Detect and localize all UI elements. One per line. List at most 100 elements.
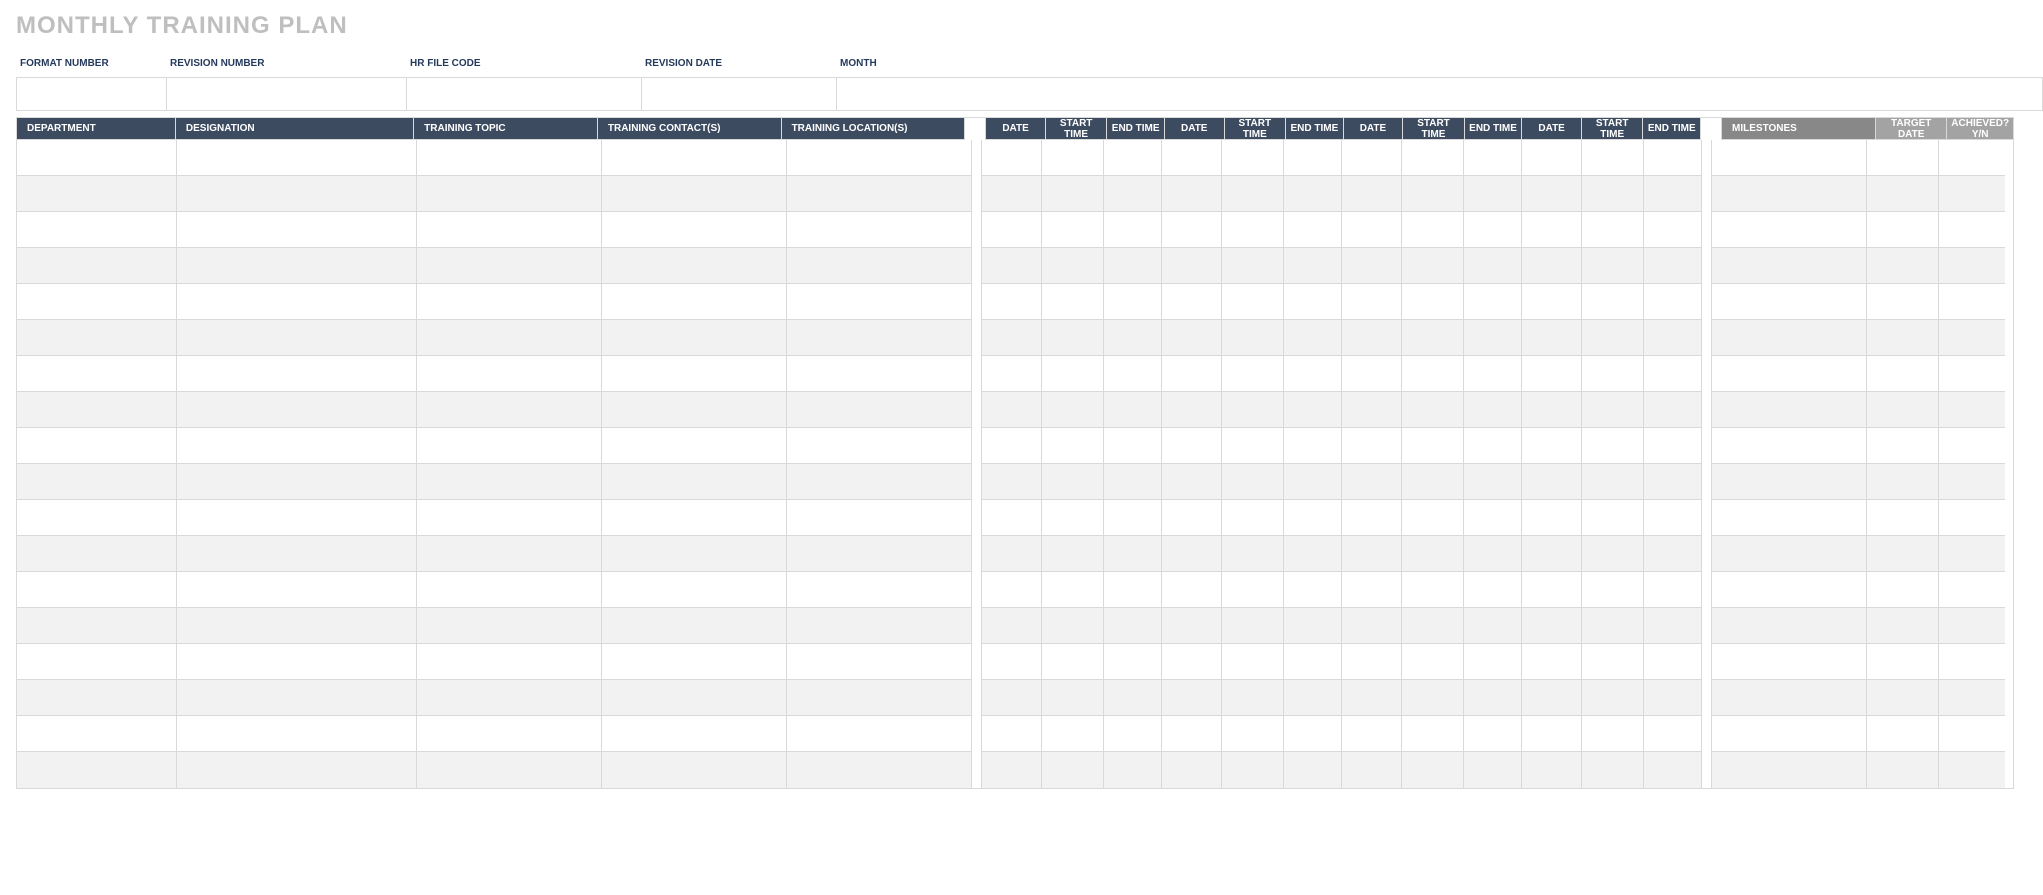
table-cell[interactable]	[1644, 500, 1702, 536]
table-cell[interactable]	[602, 536, 787, 572]
table-cell[interactable]	[177, 212, 417, 248]
table-cell[interactable]	[1939, 248, 2005, 284]
table-cell[interactable]	[1222, 320, 1284, 356]
table-cell[interactable]	[1644, 428, 1702, 464]
table-cell[interactable]	[1867, 536, 1939, 572]
table-cell[interactable]	[177, 572, 417, 608]
table-cell[interactable]	[417, 752, 602, 788]
table-cell[interactable]	[1402, 608, 1464, 644]
table-cell[interactable]	[1342, 608, 1402, 644]
table-cell[interactable]	[1222, 536, 1284, 572]
table-cell[interactable]	[1162, 356, 1222, 392]
table-cell[interactable]	[1162, 752, 1222, 788]
table-cell[interactable]	[1464, 140, 1522, 176]
table-cell[interactable]	[177, 320, 417, 356]
table-cell[interactable]	[1939, 428, 2005, 464]
table-cell[interactable]	[177, 464, 417, 500]
table-cell[interactable]	[1867, 176, 1939, 212]
table-cell[interactable]	[1104, 212, 1162, 248]
table-cell[interactable]	[1342, 140, 1402, 176]
table-cell[interactable]	[1464, 500, 1522, 536]
table-cell[interactable]	[1162, 464, 1222, 500]
table-cell[interactable]	[1162, 248, 1222, 284]
table-cell[interactable]	[1522, 536, 1582, 572]
table-cell[interactable]	[1042, 320, 1104, 356]
table-cell[interactable]	[787, 176, 972, 212]
table-cell[interactable]	[1042, 176, 1104, 212]
input-revision-number[interactable]	[167, 78, 407, 110]
input-revision-date[interactable]	[642, 78, 837, 110]
table-cell[interactable]	[982, 392, 1042, 428]
table-cell[interactable]	[1402, 716, 1464, 752]
table-cell[interactable]	[1522, 464, 1582, 500]
table-cell[interactable]	[602, 356, 787, 392]
table-cell[interactable]	[1522, 572, 1582, 608]
table-cell[interactable]	[1284, 248, 1342, 284]
input-month[interactable]	[837, 78, 972, 110]
table-cell[interactable]	[1644, 176, 1702, 212]
table-cell[interactable]	[1939, 752, 2005, 788]
table-cell[interactable]	[1712, 572, 1867, 608]
table-cell[interactable]	[17, 608, 177, 644]
table-cell[interactable]	[1222, 572, 1284, 608]
table-cell[interactable]	[177, 248, 417, 284]
table-cell[interactable]	[602, 248, 787, 284]
table-cell[interactable]	[1104, 500, 1162, 536]
table-cell[interactable]	[1284, 500, 1342, 536]
table-cell[interactable]	[982, 284, 1042, 320]
table-cell[interactable]	[1402, 284, 1464, 320]
table-cell[interactable]	[1644, 536, 1702, 572]
table-cell[interactable]	[1104, 464, 1162, 500]
table-cell[interactable]	[1284, 572, 1342, 608]
table-cell[interactable]	[982, 500, 1042, 536]
table-cell[interactable]	[1284, 644, 1342, 680]
table-cell[interactable]	[1712, 320, 1867, 356]
table-cell[interactable]	[1342, 752, 1402, 788]
table-cell[interactable]	[177, 608, 417, 644]
table-cell[interactable]	[17, 284, 177, 320]
table-cell[interactable]	[1222, 680, 1284, 716]
table-cell[interactable]	[1162, 572, 1222, 608]
table-cell[interactable]	[1464, 608, 1522, 644]
table-cell[interactable]	[1284, 464, 1342, 500]
table-cell[interactable]	[17, 428, 177, 464]
table-cell[interactable]	[1939, 680, 2005, 716]
table-cell[interactable]	[1522, 752, 1582, 788]
table-cell[interactable]	[1712, 284, 1867, 320]
table-cell[interactable]	[1284, 284, 1342, 320]
table-cell[interactable]	[1644, 716, 1702, 752]
table-cell[interactable]	[1104, 356, 1162, 392]
table-cell[interactable]	[1464, 176, 1522, 212]
table-cell[interactable]	[1522, 500, 1582, 536]
table-cell[interactable]	[1582, 140, 1644, 176]
table-cell[interactable]	[1464, 320, 1522, 356]
table-cell[interactable]	[1104, 140, 1162, 176]
table-cell[interactable]	[1104, 536, 1162, 572]
table-cell[interactable]	[1582, 356, 1644, 392]
table-cell[interactable]	[1644, 464, 1702, 500]
table-cell[interactable]	[1867, 248, 1939, 284]
table-cell[interactable]	[17, 644, 177, 680]
table-cell[interactable]	[177, 752, 417, 788]
table-cell[interactable]	[1464, 356, 1522, 392]
table-cell[interactable]	[602, 752, 787, 788]
table-cell[interactable]	[1522, 176, 1582, 212]
table-cell[interactable]	[602, 644, 787, 680]
table-cell[interactable]	[1402, 536, 1464, 572]
table-cell[interactable]	[1644, 356, 1702, 392]
table-cell[interactable]	[787, 356, 972, 392]
table-cell[interactable]	[417, 716, 602, 752]
table-cell[interactable]	[1162, 428, 1222, 464]
table-cell[interactable]	[17, 140, 177, 176]
table-cell[interactable]	[1712, 392, 1867, 428]
table-cell[interactable]	[1402, 680, 1464, 716]
table-cell[interactable]	[982, 716, 1042, 752]
table-cell[interactable]	[417, 248, 602, 284]
table-cell[interactable]	[982, 536, 1042, 572]
table-cell[interactable]	[1867, 428, 1939, 464]
table-cell[interactable]	[1222, 176, 1284, 212]
table-cell[interactable]	[177, 680, 417, 716]
table-cell[interactable]	[1042, 464, 1104, 500]
table-cell[interactable]	[417, 356, 602, 392]
table-cell[interactable]	[1464, 536, 1522, 572]
